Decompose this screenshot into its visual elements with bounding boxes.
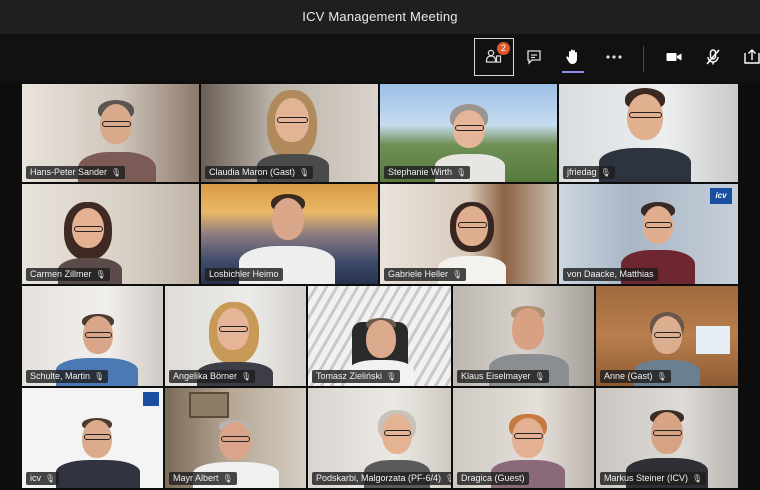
participant-name-label: jfriedag 🎙 xyxy=(563,166,615,179)
participant-name-label: Claudia Maron (Gast) 🎙 xyxy=(205,166,314,179)
participant-name-label: Tomasz Zieliński 🎙 xyxy=(312,370,401,383)
mic-off-icon xyxy=(706,49,720,65)
video-tile[interactable]: Podskarbi, Malgorzata (PF-6/4) 🎙 xyxy=(308,388,451,488)
meeting-toolbar: 2 xyxy=(0,34,760,83)
more-actions-button[interactable] xyxy=(594,38,634,76)
video-grid: Hans-Peter Sander 🎙 Claudia Maron (Gast) 🎙… xyxy=(0,82,760,490)
participant-name-label: Dragica (Guest) xyxy=(457,472,529,485)
video-tile[interactable]: Carmen Zillmer 🎙 xyxy=(22,184,199,284)
video-tile[interactable]: Schulte, Martin 🎙 xyxy=(22,286,163,386)
participant-name-label: Anne (Gast) 🎙 xyxy=(600,370,671,383)
wall-picture xyxy=(189,392,229,418)
video-tile[interactable]: Angelika Börner 🎙 xyxy=(165,286,306,386)
participant-name-label: Podskarbi, Malgorzata (PF-6/4) 🎙 xyxy=(312,472,451,485)
participant-name-label: icv 🎙 xyxy=(26,472,60,485)
participant-name-label: Hans-Peter Sander 🎙 xyxy=(26,166,126,179)
participants-button[interactable]: 2 xyxy=(474,38,514,76)
more-icon xyxy=(606,55,622,59)
participant-name-label: Klaus Eiselmayer 🎙 xyxy=(457,370,549,383)
participant-name-label: Stephanie Wirth 🎙 xyxy=(384,166,471,179)
toolbar-divider xyxy=(643,46,644,72)
mute-button[interactable] xyxy=(693,38,733,76)
participant-name-label: Angelika Börner 🎙 xyxy=(169,370,256,383)
title-bar: ICV Management Meeting xyxy=(0,0,760,34)
video-tile[interactable]: Dragica (Guest) xyxy=(453,388,594,488)
video-tile[interactable]: Mayr Albert 🎙 xyxy=(165,388,306,488)
participant-name-label: Losbichler Heimo xyxy=(205,268,283,281)
window xyxy=(696,326,730,354)
video-tile[interactable]: icv 🎙 xyxy=(22,388,163,488)
logo-mark xyxy=(143,392,159,406)
video-tile[interactable]: Markus Steiner (ICV) 🎙 xyxy=(596,388,738,488)
raise-hand-icon xyxy=(566,49,577,64)
video-tile[interactable]: Hans-Peter Sander 🎙 xyxy=(22,84,199,182)
participant-name-label: Markus Steiner (ICV) 🎙 xyxy=(600,472,707,485)
participant-name-label: Schulte, Martin 🎙 xyxy=(26,370,109,383)
participant-name-label: Mayr Albert 🎙 xyxy=(169,472,237,485)
raise-hand-button[interactable] xyxy=(553,38,593,76)
share-button[interactable] xyxy=(732,38,760,76)
icv-logo: icv xyxy=(710,188,732,204)
video-tile[interactable]: Stephanie Wirth 🎙 xyxy=(380,84,557,182)
video-tile[interactable]: Klaus Eiselmayer 🎙 xyxy=(453,286,594,386)
participant-name-label: Carmen Zillmer 🎙 xyxy=(26,268,110,281)
video-tile[interactable]: Tomasz Zieliński 🎙 xyxy=(308,286,451,386)
raise-hand-active-indicator xyxy=(562,71,584,73)
video-tile[interactable]: Claudia Maron (Gast) 🎙 xyxy=(201,84,378,182)
video-tile[interactable]: Losbichler Heimo xyxy=(201,184,378,284)
camera-icon xyxy=(666,53,682,61)
video-tile[interactable]: jfriedag 🎙 xyxy=(559,84,738,182)
chat-icon xyxy=(527,50,541,65)
chat-button[interactable] xyxy=(514,38,554,76)
video-tile[interactable]: Gabriele Heller 🎙 xyxy=(380,184,557,284)
video-tile[interactable]: icv von Daacke, Matthias xyxy=(559,184,738,284)
participant-name-label: von Daacke, Matthias xyxy=(563,268,658,281)
camera-button[interactable] xyxy=(654,38,694,76)
video-tile[interactable]: Anne (Gast) 🎙 xyxy=(596,286,738,386)
share-icon xyxy=(744,49,760,64)
participants-count-badge: 2 xyxy=(497,42,510,55)
window-title: ICV Management Meeting xyxy=(302,9,458,24)
participant-name-label: Gabriele Heller 🎙 xyxy=(384,268,467,281)
